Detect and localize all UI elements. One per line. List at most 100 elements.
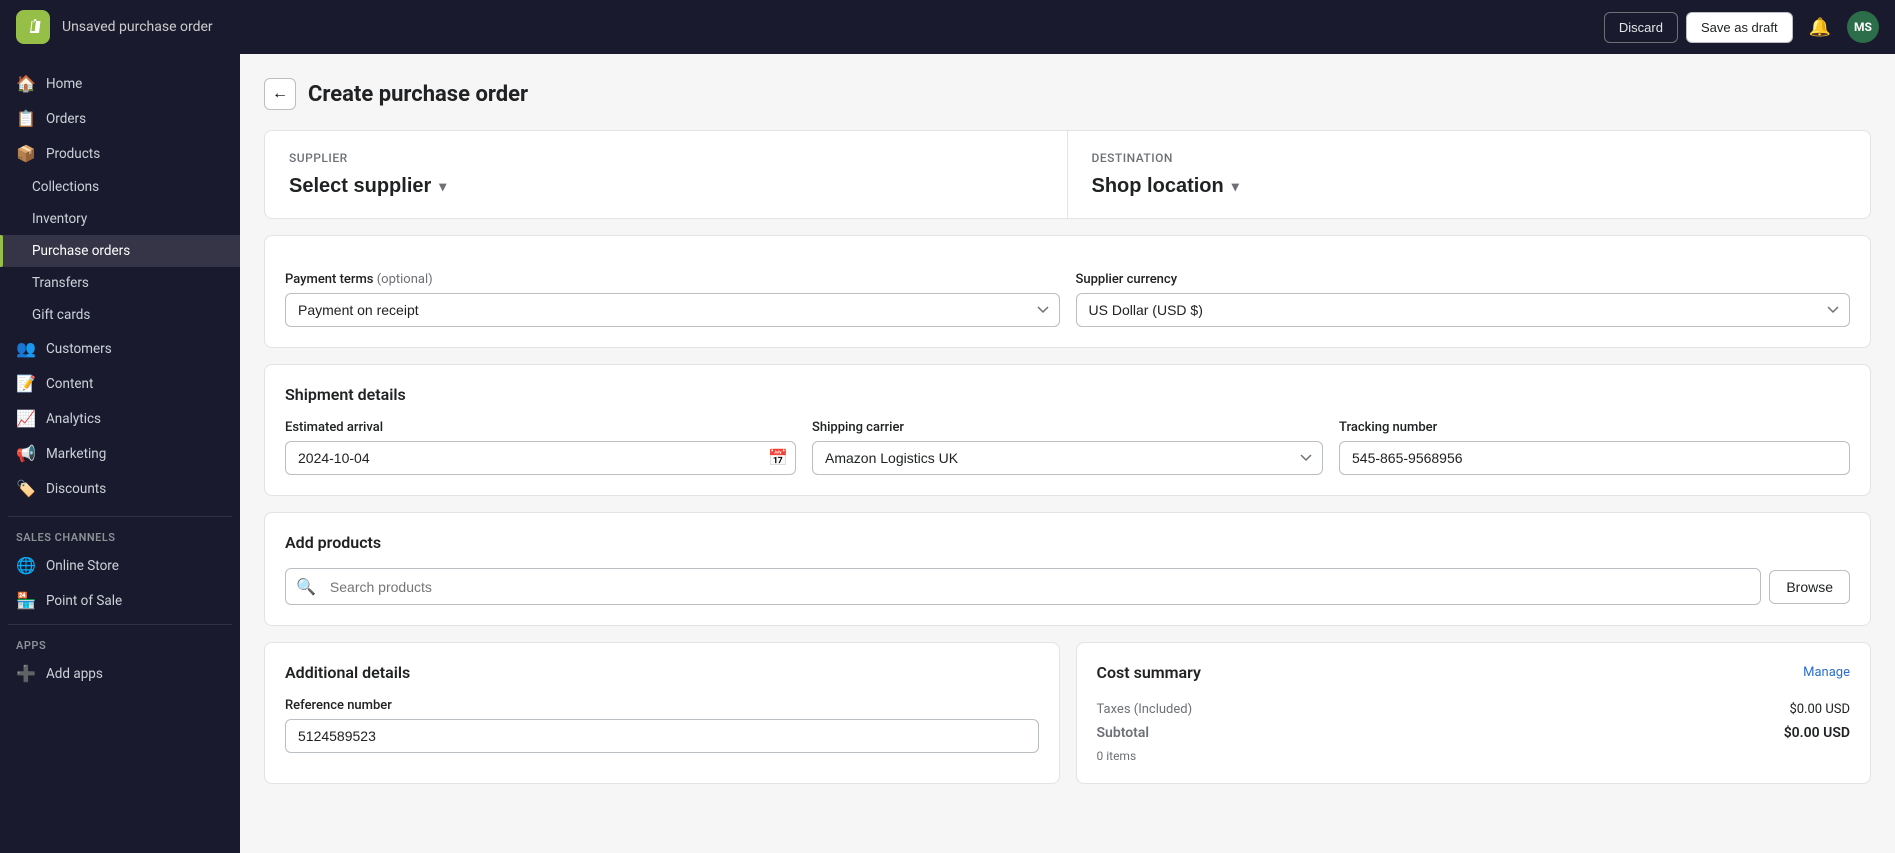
sidebar-item-marketing[interactable]: 📢 Marketing [0, 436, 240, 471]
sidebar-item-label: Online Store [46, 558, 119, 574]
avatar[interactable]: MS [1847, 11, 1879, 43]
optional-label: (optional) [377, 272, 433, 287]
manage-link[interactable]: Manage [1803, 665, 1850, 680]
taxes-label: Taxes (Included) [1097, 702, 1193, 717]
sidebar-item-label: Marketing [46, 446, 106, 462]
main-content: ← Create purchase order Supplier Select … [240, 54, 1895, 853]
sidebar-item-purchase-orders[interactable]: Purchase orders [0, 235, 240, 267]
supplier-label: Supplier [289, 151, 1043, 165]
payment-card: Payment terms (optional) Payment on rece… [264, 235, 1871, 348]
shipment-title: Shipment details [285, 385, 1850, 404]
discounts-icon: 🏷️ [16, 479, 36, 498]
supplier-destination-card: Supplier Select supplier ▾ Destination S… [264, 130, 1871, 219]
sidebar-item-label: Orders [46, 111, 86, 127]
shipment-card: Shipment details Estimated arrival 📅 Shi… [264, 364, 1871, 496]
sidebar-item-label: Analytics [46, 411, 101, 427]
sidebar-main-nav: 🏠 Home 📋 Orders 📦 Products Collections I… [0, 62, 240, 510]
sidebar-item-label: Inventory [32, 211, 87, 227]
sidebar-item-label: Collections [32, 179, 99, 195]
payment-terms-label: Payment terms (optional) [285, 272, 1060, 287]
sidebar-item-products[interactable]: 📦 Products [0, 136, 240, 171]
shipping-carrier-field: Shipping carrier Amazon Logistics UK Fed… [812, 420, 1323, 475]
sales-channels-label: Sales channels [0, 523, 240, 548]
marketing-icon: 📢 [16, 444, 36, 463]
chevron-down-icon: ▾ [439, 178, 446, 195]
sidebar-divider-2 [8, 624, 232, 625]
customers-icon: 👥 [16, 339, 36, 358]
select-supplier-label: Select supplier [289, 175, 431, 198]
logo [16, 10, 50, 44]
estimated-arrival-field: Estimated arrival 📅 [285, 420, 796, 475]
sidebar-divider-1 [8, 516, 232, 517]
sidebar-item-label: Purchase orders [32, 243, 130, 259]
sidebar-item-gift-cards[interactable]: Gift cards [0, 299, 240, 331]
sidebar-item-label: Content [46, 376, 93, 392]
notifications-icon[interactable]: 🔔 [1805, 13, 1835, 42]
carrier-label: Shipping carrier [812, 420, 1323, 435]
search-products-input[interactable] [326, 571, 1760, 603]
ref-number-label: Reference number [285, 698, 1039, 713]
payment-terms-field: Payment terms (optional) Payment on rece… [285, 272, 1060, 327]
sidebar-item-orders[interactable]: 📋 Orders [0, 101, 240, 136]
sidebar-item-label: Customers [46, 341, 112, 357]
sidebar-item-customers[interactable]: 👥 Customers [0, 331, 240, 366]
reference-number-input[interactable] [285, 719, 1039, 753]
sidebar-item-content[interactable]: 📝 Content [0, 366, 240, 401]
tracking-number-input[interactable] [1339, 441, 1850, 475]
sidebar: 🏠 Home 📋 Orders 📦 Products Collections I… [0, 54, 240, 853]
sidebar-item-transfers[interactable]: Transfers [0, 267, 240, 299]
sidebar-item-label: Discounts [46, 481, 106, 497]
subtotal-value: $0.00 USD [1784, 725, 1850, 741]
home-icon: 🏠 [16, 74, 36, 93]
items-count: 0 items [1097, 749, 1851, 763]
sidebar-item-point-of-sale[interactable]: 🏪 Point of Sale [0, 583, 240, 618]
sidebar-item-collections[interactable]: Collections [0, 171, 240, 203]
chevron-down-icon: ▾ [1232, 178, 1239, 195]
estimated-arrival-input[interactable] [285, 441, 796, 475]
sidebar-item-analytics[interactable]: 📈 Analytics [0, 401, 240, 436]
sidebar-item-discounts[interactable]: 🏷️ Discounts [0, 471, 240, 506]
shipping-carrier-select[interactable]: Amazon Logistics UK FedEx UPS DHL USPS [812, 441, 1323, 475]
cost-summary-header: Cost summary Manage [1097, 663, 1851, 682]
browse-button[interactable]: Browse [1769, 570, 1850, 604]
sidebar-item-label: Add apps [46, 666, 103, 682]
sidebar-item-home[interactable]: 🏠 Home [0, 66, 240, 101]
payment-row: Payment terms (optional) Payment on rece… [285, 272, 1850, 327]
supplier-section: Supplier Select supplier ▾ [265, 131, 1068, 218]
orders-icon: 📋 [16, 109, 36, 128]
topbar-left: Unsaved purchase order [16, 10, 213, 44]
sidebar-item-inventory[interactable]: Inventory [0, 203, 240, 235]
bottom-grid: Additional details Reference number Cost… [264, 642, 1871, 800]
back-arrow-icon: ← [272, 85, 288, 103]
cost-summary-title: Cost summary [1097, 663, 1201, 682]
tracking-number-field: Tracking number [1339, 420, 1850, 475]
sidebar-item-label: Transfers [32, 275, 89, 291]
page-header: ← Create purchase order [264, 78, 1871, 110]
save-draft-button[interactable]: Save as draft [1686, 12, 1793, 43]
taxes-value: $0.00 USD [1789, 702, 1850, 717]
shop-location-label: Shop location [1092, 175, 1224, 198]
add-apps-icon: ➕ [16, 664, 36, 683]
subtotal-label: Subtotal [1097, 725, 1150, 741]
discard-button[interactable]: Discard [1604, 12, 1678, 43]
sidebar-item-online-store[interactable]: 🌐 Online Store [0, 548, 240, 583]
taxes-row: Taxes (Included) $0.00 USD [1097, 698, 1851, 721]
search-products-wrapper: 🔍 Browse [285, 568, 1850, 605]
supplier-currency-select[interactable]: US Dollar (USD $) EUR (€) GBP (£) [1076, 293, 1851, 327]
topbar-right: Discard Save as draft 🔔 MS [1604, 11, 1879, 43]
payment-terms-select[interactable]: Payment on receipt Net 15 Net 30 Net 45 … [285, 293, 1060, 327]
content-icon: 📝 [16, 374, 36, 393]
currency-label: Supplier currency [1076, 272, 1851, 287]
analytics-icon: 📈 [16, 409, 36, 428]
calendar-icon[interactable]: 📅 [768, 448, 788, 468]
reference-number-field: Reference number [285, 698, 1039, 753]
sidebar-item-label: Products [46, 146, 100, 162]
sidebar-item-add-apps[interactable]: ➕ Add apps [0, 656, 240, 691]
pos-icon: 🏪 [16, 591, 36, 610]
add-products-title: Add products [285, 533, 1850, 552]
shopify-logo [16, 10, 50, 44]
back-button[interactable]: ← [264, 78, 296, 110]
select-supplier-button[interactable]: Select supplier ▾ [289, 175, 446, 198]
arrival-input-wrapper: 📅 [285, 441, 796, 475]
shop-location-button[interactable]: Shop location ▾ [1092, 175, 1239, 198]
